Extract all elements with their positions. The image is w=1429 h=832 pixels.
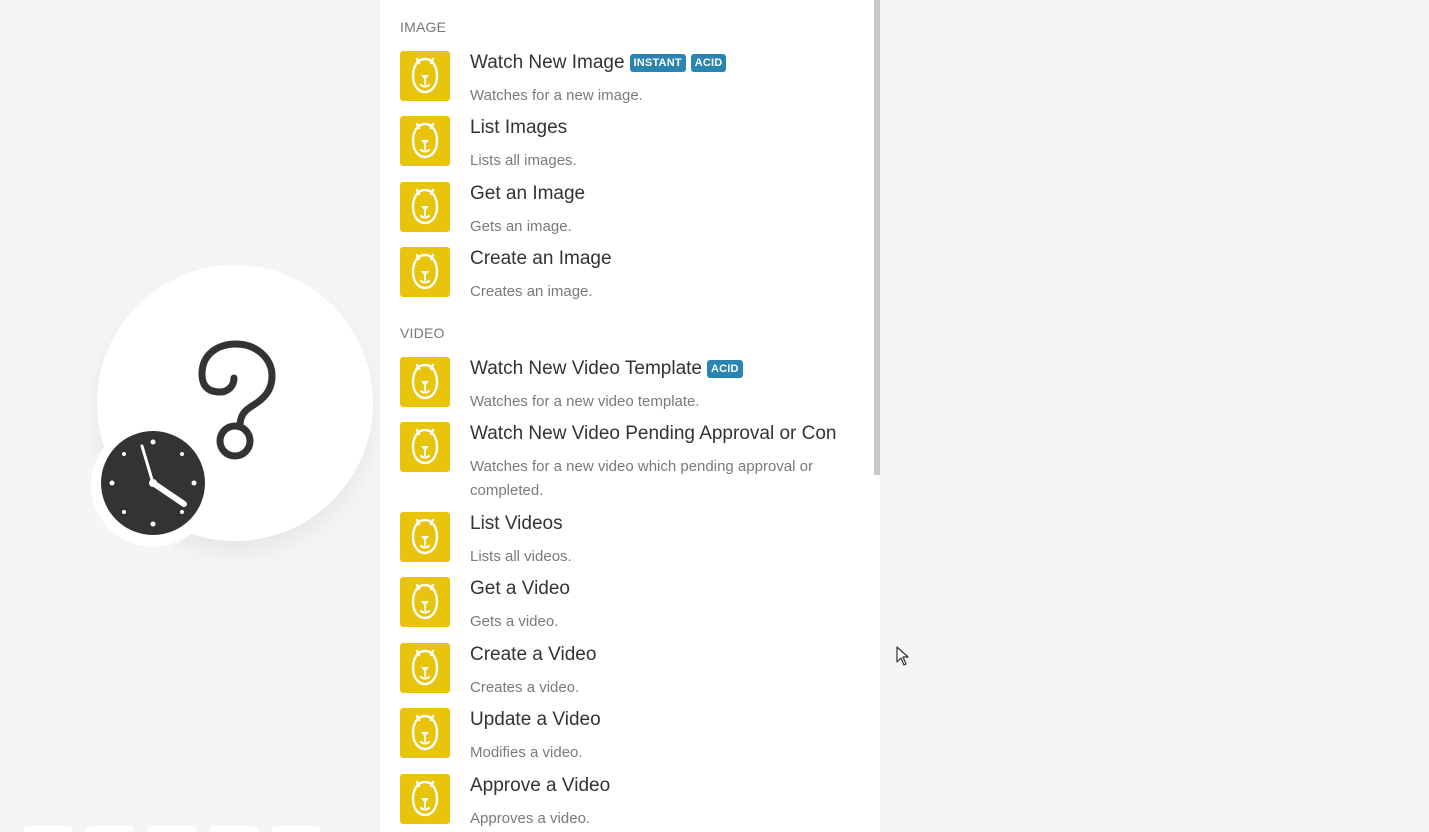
- module-item[interactable]: Watch New Video Template ACID Watches fo…: [380, 357, 870, 417]
- module-item[interactable]: Update a Video Modifies a video.: [380, 708, 870, 768]
- module-item[interactable]: Watch New Image INSTANT ACID Watches for…: [380, 51, 870, 111]
- item-title: Create a Video: [470, 644, 597, 665]
- section-title-video: VIDEO: [400, 325, 445, 341]
- scenario-canvas[interactable]: IMAGE Watch New Image INSTANT ACID Watch…: [0, 0, 1429, 832]
- toolbar-stub: [24, 826, 72, 832]
- bear-app-icon: [400, 51, 450, 101]
- module-item[interactable]: Approve a Video Approves a video.: [380, 774, 870, 832]
- item-title: Watch New Video Template ACID: [470, 358, 743, 380]
- item-description: Modifies a video.: [470, 744, 583, 761]
- bear-app-icon: [400, 357, 450, 407]
- module-item[interactable]: List Videos Lists all videos.: [380, 512, 870, 572]
- module-item[interactable]: Create an Image Creates an image.: [380, 247, 870, 307]
- module-item[interactable]: Get an Image Gets an image.: [380, 182, 870, 242]
- item-title: Watch New Image INSTANT ACID: [470, 52, 727, 74]
- item-title: Get an Image: [470, 183, 586, 204]
- bear-app-icon: [400, 182, 450, 232]
- bear-app-icon: [400, 512, 450, 562]
- badge-acid: ACID: [690, 54, 727, 72]
- module-item[interactable]: Get a Video Gets a video.: [380, 577, 870, 637]
- bear-app-icon: [400, 708, 450, 758]
- bear-app-icon: [400, 774, 450, 824]
- item-description: Creates an image.: [470, 283, 593, 300]
- item-description: Creates a video.: [470, 679, 580, 696]
- mouse-cursor-icon: [896, 646, 909, 666]
- module-item[interactable]: Create a Video Creates a video.: [380, 643, 870, 703]
- item-title: Approve a Video: [470, 775, 611, 796]
- item-description: Lists all videos.: [470, 548, 572, 565]
- clock-icon[interactable]: [100, 430, 206, 536]
- badge-acid: ACID: [707, 360, 743, 378]
- item-description: Watches for a new video which pending ap…: [470, 458, 813, 499]
- item-description: Watches for a new image.: [470, 87, 643, 104]
- item-title: Get a Video: [470, 578, 571, 599]
- item-description: Watches for a new video template.: [470, 393, 700, 410]
- item-description: Lists all images.: [470, 152, 577, 169]
- bear-app-icon: [400, 643, 450, 693]
- item-description: Gets an image.: [470, 218, 572, 235]
- bear-app-icon: [400, 422, 450, 472]
- module-item[interactable]: List Images Lists all images.: [380, 116, 870, 176]
- bear-app-icon: [400, 577, 450, 627]
- module-item[interactable]: Watch New Video Pending Approval or Con …: [380, 422, 870, 502]
- panel-scrollbar[interactable]: [874, 0, 880, 475]
- item-title: Create an Image: [470, 248, 612, 269]
- bear-app-icon: [400, 116, 450, 166]
- item-description: Approves a video.: [470, 810, 591, 827]
- item-title: Update a Video: [470, 709, 601, 730]
- item-description: Gets a video.: [470, 613, 559, 630]
- toolbar-stub: [148, 826, 196, 832]
- bear-app-icon: [400, 247, 450, 297]
- module-picker-panel: IMAGE Watch New Image INSTANT ACID Watch…: [380, 0, 880, 832]
- badge-instant: INSTANT: [629, 54, 686, 72]
- toolbar-stub: [272, 826, 320, 832]
- item-title: Watch New Video Pending Approval or Con: [470, 423, 837, 444]
- section-title-image: IMAGE: [400, 19, 447, 35]
- item-title: List Images: [470, 117, 568, 138]
- toolbar-stub: [210, 826, 258, 832]
- item-title: List Videos: [470, 513, 563, 534]
- toolbar-stub: [86, 826, 134, 832]
